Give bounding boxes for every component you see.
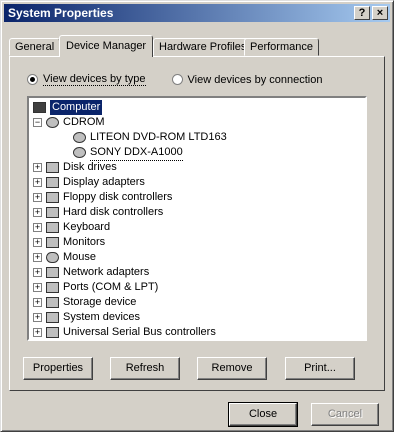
tab-general[interactable]: General <box>9 38 61 56</box>
expand-icon[interactable]: + <box>33 238 42 247</box>
usb-icon <box>46 327 59 338</box>
expand-icon[interactable]: + <box>33 253 42 262</box>
tree-item[interactable]: + System devices <box>33 310 140 325</box>
floppy-controller-icon <box>46 192 59 203</box>
view-options: View devices by type View devices by con… <box>27 73 322 86</box>
computer-icon <box>33 102 46 113</box>
system-device-icon <box>46 312 59 323</box>
view-by-connection-radio[interactable] <box>171 74 183 85</box>
close-window-button[interactable]: × <box>372 6 388 20</box>
expand-icon[interactable]: + <box>33 163 42 172</box>
expand-icon[interactable]: + <box>33 283 42 292</box>
view-by-type-radio[interactable] <box>27 74 38 85</box>
system-properties-window: System Properties ? × General Device Man… <box>0 0 394 432</box>
expand-icon[interactable]: + <box>33 313 42 322</box>
keyboard-icon <box>46 222 59 233</box>
expand-icon[interactable]: + <box>33 268 42 277</box>
title-bar[interactable]: System Properties ? × <box>4 4 390 22</box>
tree-item-cdrom[interactable]: − CDROM <box>33 115 233 130</box>
tree-item[interactable]: + Ports (COM & LPT) <box>33 280 158 295</box>
tree-item-label: System devices <box>63 311 141 323</box>
expand-icon[interactable]: + <box>33 328 42 337</box>
monitor-icon <box>46 237 59 248</box>
tree-item-label: Universal Serial Bus controllers <box>63 326 216 338</box>
tree-item-label: Floppy disk controllers <box>63 191 173 203</box>
print-button[interactable]: Print... <box>285 357 355 380</box>
tree-item[interactable]: + Keyboard <box>33 220 110 235</box>
expand-icon[interactable]: + <box>33 298 42 307</box>
tree-item-label: Storage device <box>63 296 137 308</box>
help-button[interactable]: ? <box>354 6 370 20</box>
view-by-connection-label[interactable]: View devices by connection <box>188 74 323 86</box>
tree-item-label: Keyboard <box>63 221 111 233</box>
hard-disk-controller-icon <box>46 207 59 218</box>
tree-item[interactable]: + Universal Serial Bus controllers <box>33 325 216 339</box>
tree-item[interactable]: + Hard disk controllers <box>33 205 163 220</box>
port-icon <box>46 282 59 293</box>
tree-item[interactable]: + Network adapters <box>33 265 149 280</box>
cancel-button[interactable]: Cancel <box>311 403 379 426</box>
display-adapter-icon <box>46 177 59 188</box>
remove-button[interactable]: Remove <box>197 357 267 380</box>
tree-item[interactable]: + Display adapters <box>33 175 145 190</box>
cdrom-drive-icon <box>73 132 86 143</box>
mouse-icon <box>46 252 59 263</box>
disk-drive-icon <box>46 162 59 173</box>
tree-item-label: LITEON DVD-ROM LTD163 <box>90 131 227 143</box>
tree-item-liteon[interactable]: LITEON DVD-ROM LTD163 <box>73 130 227 145</box>
expand-icon[interactable]: + <box>33 208 42 217</box>
tree-item[interactable]: + Storage device <box>33 295 136 310</box>
tree-root-label: Computer <box>50 100 103 115</box>
cdrom-drive-icon <box>73 147 86 158</box>
tab-device-manager[interactable]: Device Manager <box>59 35 154 57</box>
tree-item[interactable]: + Disk drives <box>33 160 117 175</box>
tab-hardware-profiles[interactable]: Hardware Profiles <box>153 38 253 56</box>
tree-root-computer[interactable]: Computer <box>33 100 103 115</box>
collapse-icon[interactable]: − <box>33 118 42 127</box>
tree-item-label: Network adapters <box>63 266 150 278</box>
tree-item-label: Mouse <box>63 251 97 263</box>
tree-item[interactable]: + Mouse <box>33 250 96 265</box>
window-title: System Properties <box>8 6 114 20</box>
tab-performance[interactable]: Performance <box>244 38 319 56</box>
storage-device-icon <box>46 297 59 308</box>
cdrom-icon <box>46 117 59 128</box>
tree-item-label: Ports (COM & LPT) <box>63 281 159 293</box>
tree-item-label: Monitors <box>63 236 106 248</box>
network-adapter-icon <box>46 267 59 278</box>
tree-item-label: Display adapters <box>63 176 145 188</box>
properties-button[interactable]: Properties <box>23 357 93 380</box>
tree-item-label: CDROM <box>63 116 105 128</box>
close-button[interactable]: Close <box>228 402 298 427</box>
view-by-type-label[interactable]: View devices by type <box>43 73 146 86</box>
expand-icon[interactable]: + <box>33 178 42 187</box>
tree-item-label: SONY DDX-A1000 <box>90 145 183 161</box>
tree-item-label: Hard disk controllers <box>63 206 164 218</box>
device-tree[interactable]: Computer − CDROM LITEON DVD-ROM LTD163 S… <box>27 96 367 341</box>
tree-item[interactable]: + Monitors <box>33 235 105 250</box>
refresh-button[interactable]: Refresh <box>110 357 180 380</box>
expand-icon[interactable]: + <box>33 193 42 202</box>
tree-item[interactable]: + Floppy disk controllers <box>33 190 172 205</box>
tree-item-label: Disk drives <box>63 161 117 173</box>
expand-icon[interactable]: + <box>33 223 42 232</box>
tree-item-sony[interactable]: SONY DDX-A1000 <box>73 145 183 161</box>
